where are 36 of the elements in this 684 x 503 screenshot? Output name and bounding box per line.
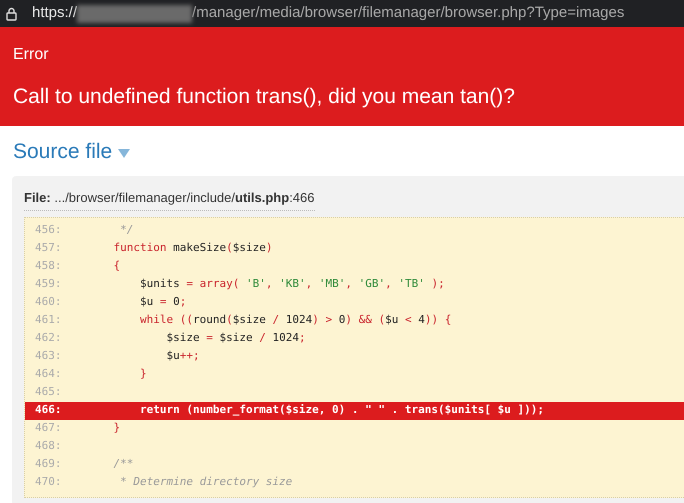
code-line: { <box>112 258 120 274</box>
code-line: } <box>138 366 147 382</box>
line-number: 466: <box>34 402 62 418</box>
code-line: $u++; <box>165 348 200 364</box>
code-line: /** <box>112 456 134 472</box>
code-line: */ <box>119 222 134 238</box>
line-number: 469: <box>34 456 62 472</box>
code-line: function makeSize($size) <box>112 240 272 256</box>
dropdown-triangle-icon[interactable] <box>118 149 130 158</box>
line-number: 464: <box>34 366 62 382</box>
section-heading[interactable]: Source file <box>13 136 112 168</box>
file-path: File: .../browser/filemanager/include/utils.php:466 <box>24 188 314 210</box>
line-number: 457: <box>34 240 62 256</box>
line-number: 460: <box>34 294 62 310</box>
line-number: 470: <box>34 474 62 490</box>
code-line: $u = 0; <box>138 294 186 310</box>
code-line: } <box>112 420 120 436</box>
code-line: return (number_format($size, 0) . " " . trans($units[ $u ])); <box>138 402 544 418</box>
url-path: /manager/media/browser/filemanager/browser.php?Type=images <box>192 3 624 24</box>
url-scheme: https:// <box>32 3 78 24</box>
line-number: 467: <box>34 420 62 436</box>
error-label: Error <box>13 45 50 65</box>
line-number: 459: <box>34 276 62 292</box>
error-message: Call to undefined function trans(), did you mean tan()? <box>13 84 516 110</box>
line-number: 458: <box>34 258 62 274</box>
line-number: 462: <box>34 330 62 346</box>
code-line: * Determine directory size <box>119 474 292 490</box>
code-line: while ((round($size / 1024) > 0) && ($u < 4)) { <box>138 312 452 328</box>
code-line: $units = array( 'B', 'KB', 'MB', 'GB', 'TB' ); <box>138 276 445 292</box>
line-number: 465: <box>34 384 62 400</box>
code-line: $size = $size / 1024; <box>165 330 306 346</box>
line-number: 456: <box>34 222 62 238</box>
line-number: 468: <box>34 438 62 454</box>
line-number: 461: <box>34 312 62 328</box>
line-number: 463: <box>34 348 62 364</box>
lock-icon <box>6 6 17 20</box>
